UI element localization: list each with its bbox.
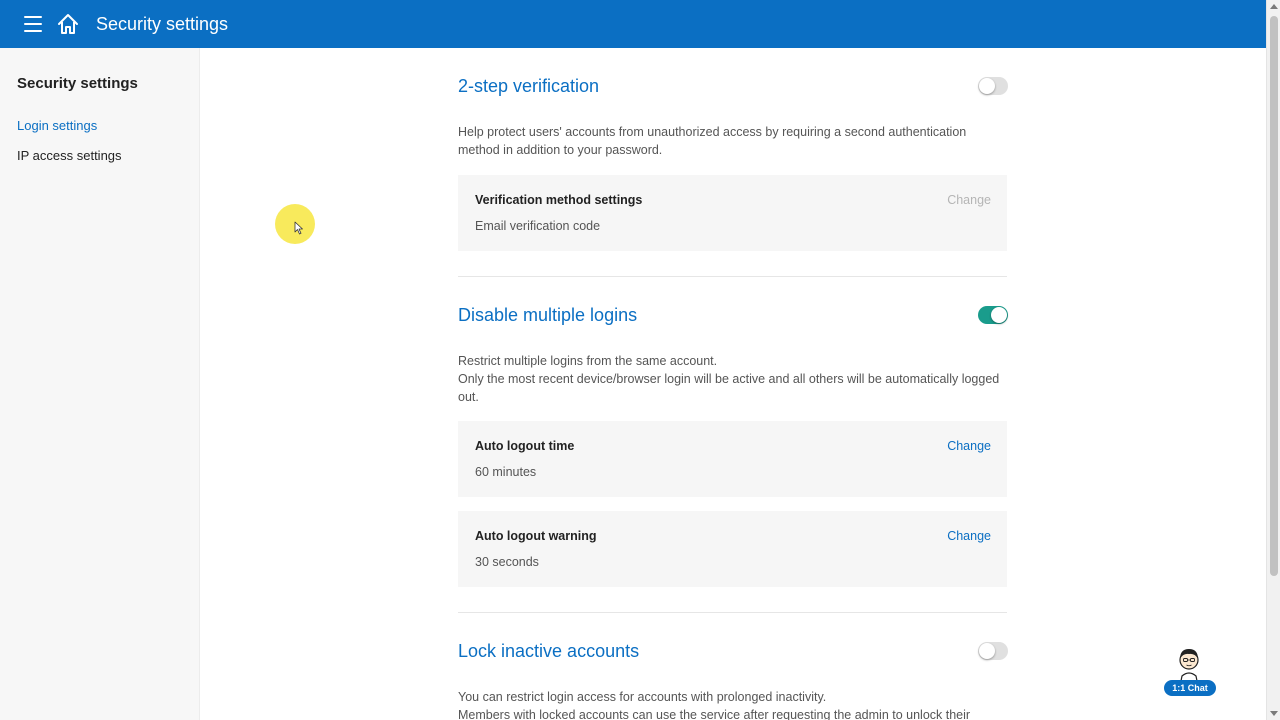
toggle-2-step-verification[interactable]	[978, 77, 1008, 95]
page-title: Security settings	[96, 14, 229, 34]
description-line: Restrict multiple logins from the same a…	[458, 354, 718, 368]
mouse-pointer-icon	[294, 221, 303, 235]
section-divider	[458, 276, 1007, 277]
settings-card-verification-method: Verification method settings Email verif…	[458, 175, 1007, 251]
toggle-disable-multiple-logins[interactable]	[978, 306, 1008, 324]
section-title-lock-inactive-accounts: Lock inactive accounts	[458, 641, 640, 661]
sidebar-title: Security settings	[17, 75, 138, 92]
section-description-disable-multiple-logins: Restrict multiple logins from the same a…	[458, 352, 1010, 406]
change-button-auto-logout-warning[interactable]: Change	[947, 529, 991, 543]
card-label: Auto logout time	[475, 439, 575, 453]
sidebar-item-ip-access-settings[interactable]: IP access settings	[17, 148, 122, 163]
card-value: 60 minutes	[475, 465, 537, 479]
scroll-down-arrow-icon[interactable]	[1270, 711, 1278, 716]
section-description-lock-inactive-accounts: You can restrict login access for accoun…	[458, 688, 1010, 720]
sidebar: Security settings Login settings IP acce…	[0, 48, 200, 720]
toggle-knob	[991, 307, 1007, 323]
sidebar-item-login-settings[interactable]: Login settings	[17, 118, 97, 133]
scroll-up-arrow-icon[interactable]	[1270, 4, 1278, 9]
top-app-bar: Security settings	[0, 0, 1266, 48]
card-label: Verification method settings	[475, 193, 643, 207]
chat-badge-label: 1:1 Chat	[1164, 680, 1216, 696]
hamburger-menu-icon[interactable]	[24, 16, 42, 32]
section-divider	[458, 612, 1007, 613]
section-description-2-step-verification: Help protect users' accounts from unauth…	[458, 125, 967, 157]
settings-card-auto-logout-warning: Auto logout warning 30 seconds Change	[458, 511, 1007, 587]
settings-card-auto-logout-time: Auto logout time 60 minutes Change	[458, 421, 1007, 497]
card-value: 30 seconds	[475, 555, 539, 569]
home-icon[interactable]	[57, 13, 79, 35]
toggle-knob	[979, 78, 995, 94]
toggle-knob	[979, 643, 995, 659]
card-value: Email verification code	[475, 219, 601, 233]
change-button-auto-logout-time[interactable]: Change	[947, 439, 991, 453]
section-title-2-step-verification: 2-step verification	[458, 76, 600, 96]
vertical-scrollbar[interactable]	[1266, 0, 1280, 720]
section-title-disable-multiple-logins: Disable multiple logins	[458, 305, 638, 325]
chat-widget[interactable]: 1:1 Chat	[1162, 646, 1216, 698]
scroll-thumb[interactable]	[1270, 16, 1278, 576]
description-line: Only the most recent device/browser logi…	[458, 372, 1000, 404]
toggle-lock-inactive-accounts[interactable]	[978, 642, 1008, 660]
description-line: Members with locked accounts can use the…	[458, 708, 971, 720]
description-line: You can restrict login access for accoun…	[458, 690, 827, 704]
change-button-verification-method[interactable]: Change	[947, 193, 991, 207]
card-label: Auto logout warning	[475, 529, 597, 543]
